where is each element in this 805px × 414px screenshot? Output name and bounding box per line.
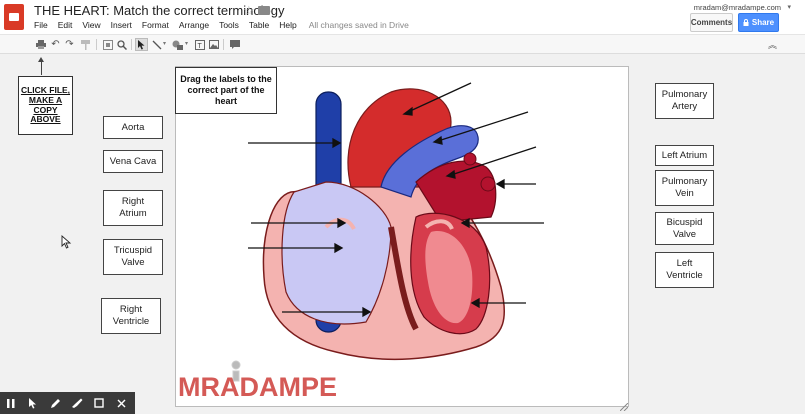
star-icon[interactable]: ☆ — [243, 3, 255, 19]
undo-icon[interactable]: ↶ — [49, 38, 62, 51]
right-chambers-shape — [281, 181, 392, 325]
share-label: Share — [751, 18, 775, 27]
menu-insert[interactable]: Insert — [111, 20, 132, 30]
heart-diagram — [231, 82, 544, 382]
mradampe-logo: MRADAMPE — [178, 372, 337, 402]
zoom-icon[interactable] — [115, 38, 128, 51]
pointer-icon[interactable] — [22, 392, 44, 414]
mouse-cursor-icon — [61, 235, 72, 249]
share-button[interactable]: Share — [738, 13, 779, 32]
menu-bar: File Edit View Insert Format Arrange Too… — [34, 20, 409, 30]
slide-canvas[interactable] — [175, 66, 629, 407]
line-icon[interactable] — [150, 38, 163, 51]
select-icon[interactable] — [135, 38, 148, 51]
label-right-atrium[interactable]: Right Atrium — [103, 190, 163, 226]
redo-icon[interactable]: ↷ — [63, 38, 76, 51]
menu-file[interactable]: File — [34, 20, 48, 30]
label-left-atrium[interactable]: Left Atrium — [655, 145, 714, 166]
label-bicuspid-valve[interactable]: Bicuspid Valve — [655, 212, 714, 245]
comments-button[interactable]: Comments — [690, 13, 733, 32]
text-box-icon[interactable]: T — [193, 38, 206, 51]
toolbar-separator — [131, 39, 132, 50]
menu-tools[interactable]: Tools — [219, 20, 239, 30]
print-icon[interactable] — [34, 38, 47, 51]
svg-text:T: T — [197, 43, 202, 50]
comment-icon[interactable] — [228, 38, 241, 51]
user-email[interactable]: mradam@mradampe.com — [694, 3, 781, 12]
menu-view[interactable]: View — [82, 20, 100, 30]
account-caret-icon[interactable]: ▾ — [787, 3, 791, 11]
menu-arrange[interactable]: Arrange — [179, 20, 209, 30]
label-pulmonary-artery[interactable]: Pulmonary Artery — [655, 83, 714, 119]
menu-table[interactable]: Table — [249, 20, 269, 30]
menu-edit[interactable]: Edit — [58, 20, 73, 30]
line-caret-icon[interactable]: ▾ — [163, 40, 166, 47]
label-vena-cava[interactable]: Vena Cava — [103, 150, 163, 173]
collapse-icon[interactable]: ︽ — [766, 38, 779, 51]
lock-icon — [743, 19, 749, 26]
label-aorta[interactable]: Aorta — [103, 116, 163, 139]
folder-icon[interactable] — [258, 6, 270, 15]
shape-caret-icon[interactable]: ▾ — [185, 40, 188, 47]
toolbar-separator — [96, 39, 97, 50]
close-icon[interactable] — [110, 392, 132, 414]
menu-format[interactable]: Format — [142, 20, 169, 30]
highlighter-icon[interactable] — [66, 392, 88, 414]
app-window: THE HEART: Match the correct terminology… — [0, 0, 805, 414]
paint-format-icon[interactable] — [79, 38, 92, 51]
pause-icon[interactable] — [0, 392, 22, 414]
zoom-fit-icon[interactable] — [101, 38, 114, 51]
rectangle-icon[interactable] — [88, 392, 110, 414]
label-right-ventricle[interactable]: Right Ventricle — [101, 298, 161, 334]
header: THE HEART: Match the correct terminology… — [0, 0, 805, 34]
shape-icon[interactable] — [171, 38, 184, 51]
menu-help[interactable]: Help — [279, 20, 296, 30]
pulmonary-vein-shape — [463, 152, 477, 166]
vertical-scrollbar[interactable] — [797, 55, 805, 414]
arrow-up-icon — [38, 57, 44, 75]
toolbar: ↶ ↷ ▾ ▾ T ︽ — [0, 34, 805, 54]
annotation-toolbar — [0, 392, 135, 414]
pulmonary-vein-shape — [480, 176, 496, 192]
slides-app-icon[interactable] — [4, 4, 24, 30]
resize-handle-icon[interactable] — [619, 398, 629, 412]
copy-instruction-note[interactable]: CLICK FILE, MAKE A COPY ABOVE — [18, 76, 73, 135]
label-left-ventricle[interactable]: Left Ventricle — [655, 252, 714, 288]
save-status: All changes saved in Drive — [308, 20, 409, 30]
toolbar-separator — [223, 39, 224, 50]
label-pulmonary-vein[interactable]: Pulmonary Vein — [655, 170, 714, 206]
slide-title[interactable]: Drag the labels to the correct part of t… — [175, 67, 277, 114]
image-icon[interactable] — [207, 38, 220, 51]
pen-icon[interactable] — [44, 392, 66, 414]
label-tricuspid-valve[interactable]: Tricuspid Valve — [103, 239, 163, 275]
